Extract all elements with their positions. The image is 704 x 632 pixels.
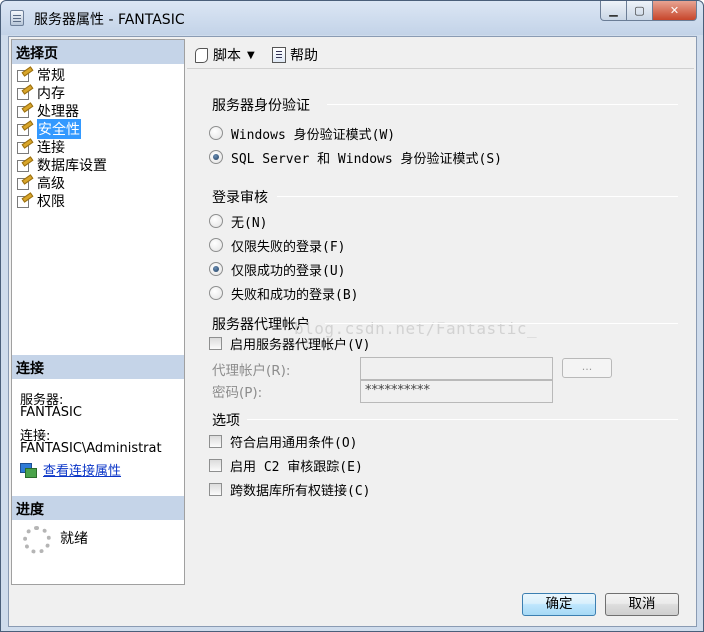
audit-success-radio[interactable]: 仅限成功的登录(U) <box>209 259 345 279</box>
help-button[interactable]: 帮助 <box>272 45 318 65</box>
nav-item-label: 处理器 <box>37 104 79 120</box>
nav-item-processors[interactable]: 处理器 <box>16 102 79 120</box>
server-value: FANTASIC <box>20 405 82 420</box>
nav-item-security[interactable]: 安全性 <box>16 119 81 139</box>
nav-item-advanced[interactable]: 高级 <box>16 174 65 192</box>
cancel-button[interactable]: 取消 <box>605 593 679 616</box>
radio-indicator[interactable] <box>209 214 223 228</box>
view-connection-properties-link[interactable]: 查看连接属性 <box>43 460 121 479</box>
progress-area: 就绪 <box>12 496 184 584</box>
help-label: 帮助 <box>290 48 318 64</box>
nav-item-label: 常规 <box>37 68 65 84</box>
checkbox-indicator[interactable] <box>209 482 222 496</box>
proxy-account-input[interactable] <box>360 357 553 380</box>
title-bar[interactable]: 服务器属性 - FANTASIC ▁ ▢ ✕ <box>1 1 703 35</box>
dialog-footer: 确定 取消 <box>11 587 694 623</box>
radio-indicator[interactable] <box>209 286 223 300</box>
script-button[interactable]: 脚本 ▼ <box>193 45 255 65</box>
nav-item-label: 高级 <box>37 176 65 192</box>
nav-item-connections[interactable]: 连接 <box>16 138 65 156</box>
audit-both-radio[interactable]: 失败和成功的登录(B) <box>209 283 358 303</box>
audit-group-divider <box>277 196 678 197</box>
checkbox-label: 启用服务器代理帐户(V) <box>230 337 371 353</box>
script-label: 脚本 <box>213 48 241 64</box>
maximize-button[interactable]: ▢ <box>627 1 653 21</box>
checkbox-label: 跨数据库所有权链接(C) <box>230 483 371 499</box>
auth-group-title: 服务器身份验证 <box>212 98 310 114</box>
left-pane: 选择页 常规 内存 处理器 安全性 连接 数据库设置 高级 权限 连接 服务器:… <box>11 39 185 585</box>
auth-group-divider <box>327 104 678 105</box>
page-icon <box>16 122 32 136</box>
options-group-title: 选项 <box>212 413 240 429</box>
common-criteria-checkbox[interactable]: 符合启用通用条件(O) <box>209 431 357 451</box>
connection-header: 连接 <box>12 355 184 379</box>
ok-button[interactable]: 确定 <box>522 593 596 616</box>
checkbox-indicator[interactable] <box>209 434 222 448</box>
mixed-auth-radio[interactable]: SQL Server 和 Windows 身份验证模式(S) <box>209 147 502 167</box>
windows-auth-radio[interactable]: Windows 身份验证模式(W) <box>209 123 395 143</box>
audit-none-radio[interactable]: 无(N) <box>209 211 267 231</box>
radio-label: Windows 身份验证模式(W) <box>231 127 396 143</box>
close-button[interactable]: ✕ <box>653 1 697 21</box>
checkbox-label: 符合启用通用条件(O) <box>230 435 358 451</box>
options-group-divider <box>247 419 678 420</box>
connection-value: FANTASIC\Administrat <box>20 441 162 456</box>
radio-indicator[interactable] <box>209 126 223 140</box>
dialog-client-area: 选择页 常规 内存 处理器 安全性 连接 数据库设置 高级 权限 连接 服务器:… <box>8 36 697 627</box>
page-icon <box>16 68 32 82</box>
server-properties-window: 服务器属性 - FANTASIC ▁ ▢ ✕ 选择页 常规 内存 处理器 安全性… <box>0 0 704 632</box>
checkbox-indicator[interactable] <box>209 336 222 350</box>
server-icon <box>10 10 24 26</box>
checkbox-label: 启用 C2 审核跟踪(E) <box>230 459 363 475</box>
caption-buttons: ▁ ▢ ✕ <box>600 1 697 21</box>
cross-db-chaining-checkbox[interactable]: 跨数据库所有权链接(C) <box>209 479 370 499</box>
script-icon <box>193 47 209 63</box>
audit-failed-radio[interactable]: 仅限失败的登录(F) <box>209 235 345 255</box>
progress-spinner-icon <box>23 526 51 554</box>
radio-label: 无(N) <box>231 215 268 231</box>
nav-item-label: 内存 <box>37 86 65 102</box>
connection-properties-icon <box>20 463 37 478</box>
nav-item-permissions[interactable]: 权限 <box>16 192 65 210</box>
enable-proxy-checkbox[interactable]: 启用服务器代理帐户(V) <box>209 333 370 353</box>
checkbox-indicator[interactable] <box>209 458 222 472</box>
nav-item-database-settings[interactable]: 数据库设置 <box>16 156 107 174</box>
dropdown-arrow-icon[interactable]: ▼ <box>247 50 255 61</box>
proxy-password-input[interactable]: ********** <box>360 380 553 403</box>
nav-item-memory[interactable]: 内存 <box>16 84 65 102</box>
minimize-button[interactable]: ▁ <box>600 1 627 21</box>
nav-item-general[interactable]: 常规 <box>16 66 65 84</box>
audit-group-title: 登录审核 <box>212 190 268 206</box>
nav-item-label: 连接 <box>37 140 65 156</box>
nav-item-label: 安全性 <box>37 119 81 139</box>
toolbar: 脚本 ▼ 帮助 <box>187 39 694 69</box>
proxy-group-divider <box>325 323 678 324</box>
page-icon <box>16 158 32 172</box>
radio-label: 仅限失败的登录(F) <box>231 239 346 255</box>
page-icon <box>16 140 32 154</box>
nav-item-label: 权限 <box>37 194 65 210</box>
page-icon <box>16 176 32 190</box>
page-icon <box>16 104 32 118</box>
proxy-password-label: 密码(P): <box>212 385 263 401</box>
c2-audit-checkbox[interactable]: 启用 C2 审核跟踪(E) <box>209 455 363 475</box>
nav-item-label: 数据库设置 <box>37 158 107 174</box>
progress-status: 就绪 <box>60 531 88 547</box>
select-page-header: 选择页 <box>12 40 184 64</box>
proxy-account-browse-button[interactable]: ... <box>562 358 612 378</box>
proxy-account-label: 代理帐户(R): <box>212 363 291 379</box>
help-icon <box>272 47 286 63</box>
radio-indicator[interactable] <box>209 238 223 252</box>
radio-indicator[interactable] <box>209 150 223 164</box>
window-title: 服务器属性 - FANTASIC <box>34 12 185 28</box>
page-icon <box>16 194 32 208</box>
page-icon <box>16 86 32 100</box>
radio-label: 失败和成功的登录(B) <box>231 287 359 303</box>
radio-label: 仅限成功的登录(U) <box>231 263 346 279</box>
radio-label: SQL Server 和 Windows 身份验证模式(S) <box>231 151 503 167</box>
radio-indicator[interactable] <box>209 262 223 276</box>
